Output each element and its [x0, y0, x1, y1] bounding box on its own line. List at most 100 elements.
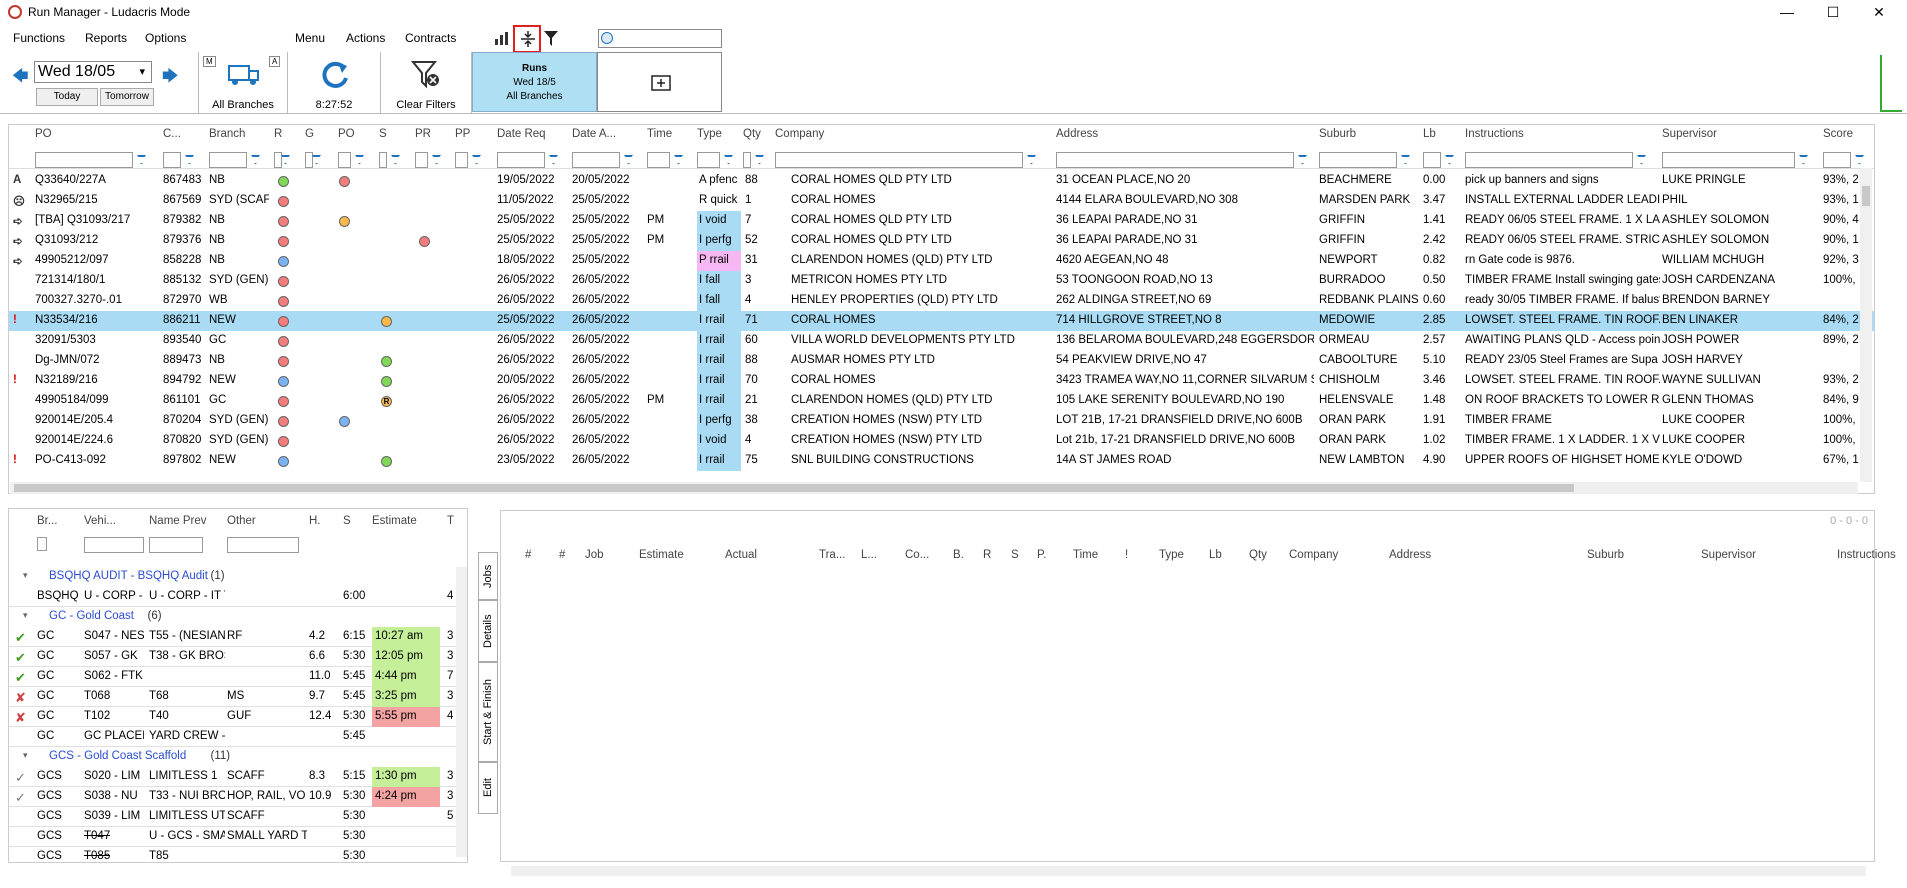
filter-icon[interactable]	[251, 155, 260, 164]
maximize-icon[interactable]: ☐	[1810, 0, 1856, 24]
date-picker[interactable]: Wed 18/05 ▾	[34, 61, 152, 83]
grid-filter-input-13[interactable]	[743, 152, 751, 168]
a-toggle[interactable]: A	[269, 56, 281, 67]
close-icon[interactable]: ✕	[1856, 0, 1902, 24]
add-run-tile[interactable]	[597, 52, 722, 112]
vehicles-header-5[interactable]: S	[343, 515, 351, 527]
grid-header-12[interactable]: Type	[697, 128, 722, 140]
jobs-header-5[interactable]: Tra...	[819, 549, 845, 561]
jobs-header-16[interactable]: Qty	[1249, 549, 1267, 561]
grid-header-11[interactable]: Time	[647, 128, 672, 140]
menu-reports[interactable]: Reports	[85, 31, 127, 45]
vehicle-row[interactable]: GC GC PLACEI YARD CREW - G 5:45	[9, 727, 467, 747]
grid-header-7[interactable]: PR	[415, 128, 431, 140]
jobs-header-4[interactable]: Actual	[725, 549, 757, 561]
search-input[interactable]	[598, 29, 722, 48]
jobs-header-11[interactable]: P.	[1037, 549, 1046, 561]
vehicles-header-4[interactable]: H.	[309, 515, 321, 527]
jobs-header-9[interactable]: R	[983, 549, 991, 561]
table-row[interactable]: ! N32189/216 894792 NEW 20/05/2022 26/05/2022…	[9, 371, 1874, 391]
filter-icon[interactable]	[391, 155, 400, 164]
collapse-arrow-icon[interactable]: ▾	[23, 610, 28, 621]
jobs-header-14[interactable]: Type	[1159, 549, 1184, 561]
table-row[interactable]: 32091/5303 893540 GC 26/05/2022 26/05/2022 I …	[9, 331, 1874, 351]
calendar-dropdown-icon[interactable]: ▾	[139, 62, 145, 82]
grid-header-2[interactable]: Branch	[209, 128, 245, 140]
collapse-arrow-icon[interactable]: ▾	[23, 750, 28, 761]
vehicles-header-3[interactable]: Other	[227, 515, 256, 527]
grid-filter-input-2[interactable]	[209, 152, 247, 168]
bar-chart-icon[interactable]	[494, 31, 510, 45]
menu-actions[interactable]: Actions	[346, 31, 385, 45]
grid-header-1[interactable]: C...	[163, 128, 181, 140]
tab-jobs[interactable]: Jobs	[478, 552, 498, 600]
grid-filter-input-16[interactable]	[1319, 152, 1397, 168]
grid-filter-input-17[interactable]	[1423, 152, 1441, 168]
filter-icon[interactable]	[549, 155, 558, 164]
table-row[interactable]: 49905184/099 861101 GC R 26/05/2022 26/05/202…	[9, 391, 1874, 411]
filter-icon[interactable]	[1445, 155, 1454, 164]
grid-filter-input-10[interactable]	[572, 152, 620, 168]
grid-header-18[interactable]: Instructions	[1465, 128, 1524, 140]
grid-filter-input-12[interactable]	[697, 152, 720, 168]
filter-icon[interactable]	[185, 155, 194, 164]
grid-header-20[interactable]: Score	[1823, 128, 1853, 140]
grid-header-9[interactable]: Date Req	[497, 128, 546, 140]
grid-vertical-scrollbar[interactable]	[1860, 168, 1872, 482]
vehicle-row[interactable]: ✔ GC S057 - GK T38 - GK BROS 6.6 5:30 12:05 pm…	[9, 647, 467, 667]
grid-header-6[interactable]: S	[379, 128, 387, 140]
grid-filter-input-8[interactable]	[455, 152, 468, 168]
filter-icon[interactable]	[137, 155, 146, 164]
grid-header-13[interactable]: Qty	[743, 128, 761, 140]
table-row[interactable]: ☹ N32965/215 867569 SYD (SCAFF 11/05/2022 25/…	[9, 191, 1874, 211]
filter-icon[interactable]	[1298, 155, 1307, 164]
grid-filter-input-7[interactable]	[415, 152, 428, 168]
menu-contracts[interactable]: Contracts	[405, 31, 456, 45]
vehicles-header-6[interactable]: Estimate	[372, 515, 417, 527]
vehicle-row[interactable]: ✔ GC S062 - FTK 11.0 5:45 4:44 pm 7	[9, 667, 467, 687]
filter-icon[interactable]	[544, 31, 558, 46]
clear-filters-button[interactable]: Clear Filters	[381, 52, 472, 114]
jobs-header-2[interactable]: Job	[585, 549, 604, 561]
tab-edit[interactable]: Edit	[478, 762, 498, 814]
filter-icon[interactable]	[1855, 155, 1864, 164]
filter-icon[interactable]	[355, 155, 364, 164]
vehicle-filter-box[interactable]	[37, 537, 47, 551]
table-row[interactable]: ➪ Q31093/212 879376 NB 25/05/2022 25/05/2022 P…	[9, 231, 1874, 251]
jobs-header-1[interactable]: #	[559, 549, 565, 561]
grid-filter-input-3[interactable]	[274, 152, 282, 168]
filter-icon[interactable]	[432, 155, 441, 164]
grid-filter-input-5[interactable]	[338, 152, 351, 168]
grid-header-19[interactable]: Supervisor	[1662, 128, 1717, 140]
vehicle-row[interactable]: ✓ GCS S038 - NU T33 - NUI BROSHOP, RAIL, VO…	[9, 787, 467, 807]
filter-icon[interactable]	[1799, 155, 1808, 164]
grid-header-0[interactable]: PO	[35, 128, 52, 140]
grid-filter-input-19[interactable]	[1662, 152, 1795, 168]
jobs-header-7[interactable]: Co...	[905, 549, 929, 561]
vehicles-header-1[interactable]: Vehi...	[84, 515, 116, 527]
collapse-rows-button[interactable]	[513, 25, 541, 53]
table-row[interactable]: 721314/180/1 885132 SYD (GEN) 26/05/2022 26/…	[9, 271, 1874, 291]
jobs-header-15[interactable]: Lb	[1209, 549, 1222, 561]
grid-filter-input-15[interactable]	[1056, 152, 1294, 168]
table-row[interactable]: ➪ [TBA] Q31093/217 879382 NB 25/05/2022 25/05…	[9, 211, 1874, 231]
grid-vscroll-thumb[interactable]	[1862, 186, 1870, 206]
grid-filter-input-14[interactable]	[775, 152, 1023, 168]
table-row[interactable]: 920014E/205.4 870204 SYD (GEN) 26/05/2022 26…	[9, 411, 1874, 431]
grid-header-17[interactable]: Lb	[1423, 128, 1436, 140]
menu-options[interactable]: Options	[145, 31, 186, 45]
runs-tile[interactable]: Runs Wed 18/5 All Branches	[472, 52, 597, 112]
m-toggle[interactable]: M	[203, 56, 216, 67]
grid-filter-input-11[interactable]	[647, 152, 670, 168]
tomorrow-button[interactable]: Tomorrow	[100, 88, 154, 106]
filter-icon[interactable]	[674, 155, 683, 164]
grid-filter-input-6[interactable]	[379, 152, 387, 168]
filter-icon[interactable]	[312, 155, 321, 164]
table-row[interactable]: ! N33534/216 886211 NEW 25/05/2022 26/05/2022…	[9, 311, 1874, 331]
table-row[interactable]: ! PO-C413-092 897802 NEW 23/05/2022 26/05/202…	[9, 451, 1874, 471]
vehicle-row[interactable]: GCS T047 U - GCS - SMALSMALL YARD T 5:30	[9, 827, 467, 847]
filter-icon[interactable]	[472, 155, 481, 164]
jobs-header-10[interactable]: S	[1011, 549, 1019, 561]
vehicle-row[interactable]: ✘ GC T068 T68 MS 9.7 5:45 3:25 pm 3	[9, 687, 467, 707]
grid-header-3[interactable]: R	[274, 128, 282, 140]
